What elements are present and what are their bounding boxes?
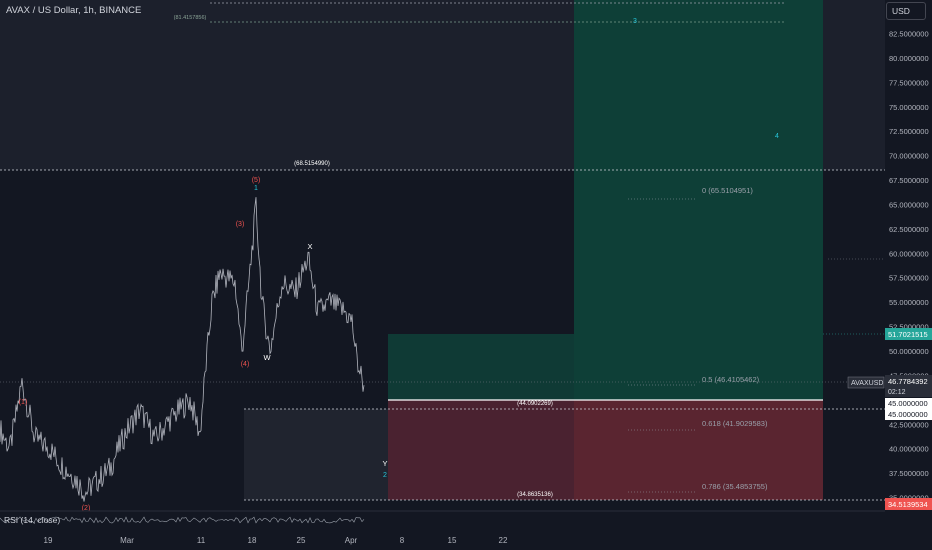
wave-label-w: W — [263, 353, 271, 362]
wave-label-2-teal: 2 — [383, 472, 387, 479]
fib-label-0.786: 0.786 (35.4853755) — [702, 482, 768, 491]
price-tick-16: 75.0000000 — [889, 103, 929, 112]
stop-price-tag: 34.5139534 — [885, 498, 932, 510]
price-tick-19: 82.5000000 — [889, 29, 929, 38]
wave-label-3-teal: 3 — [633, 18, 637, 25]
entry-price-tag-1-label: 45.0000000 — [888, 399, 928, 408]
time-tick-4: 25 — [297, 536, 306, 545]
countdown-label: 02:12 — [888, 389, 906, 396]
entry-price-tag-2: 45.0000000 — [885, 409, 932, 420]
price-tick-13: 67.5000000 — [889, 176, 929, 185]
fib-label-0.5: 0.5 (46.4105462) — [702, 375, 760, 384]
stop-zone-right — [574, 400, 823, 500]
chart-title: AVAX / US Dollar, 1h, BINANCE — [6, 5, 142, 16]
wave-label-4-red: (4) — [241, 361, 250, 368]
fib-label-0.618: 0.618 (41.9029583) — [702, 419, 768, 428]
stop-price-tag-label: 34.5139534 — [888, 500, 928, 509]
level-label-34: (34.8635136) — [517, 492, 553, 498]
wave-label-x: X — [307, 242, 312, 251]
price-tick-15: 72.5000000 — [889, 127, 929, 136]
wave-label-3-red: (3) — [236, 221, 245, 228]
entry-price-tag-1: 45.0000000 — [885, 398, 932, 409]
price-tick-17: 77.5000000 — [889, 78, 929, 87]
symbol-tag-label: AVAXUSD — [851, 380, 883, 387]
target-price-tag: 51.7021515 — [885, 328, 932, 340]
target-zone-left — [388, 334, 574, 400]
level-label-68: (68.5154990) — [294, 161, 330, 167]
price-tick-8: 55.0000000 — [889, 298, 929, 307]
time-tick-3: 18 — [248, 536, 257, 545]
price-tick-2: 40.0000000 — [889, 445, 929, 454]
price-tick-1: 37.5000000 — [889, 469, 929, 478]
wave-label-1-red: (1) — [19, 399, 28, 406]
time-tick-1: Mar — [120, 536, 134, 545]
price-tick-10: 60.0000000 — [889, 249, 929, 258]
time-axis[interactable]: 19 Mar 11 18 25 Apr 8 15 22 — [44, 536, 508, 545]
lower-grey-zone — [244, 409, 388, 500]
price-tick-6: 50.0000000 — [889, 347, 929, 356]
level-label-81: (81.4157856) — [174, 15, 207, 21]
time-tick-7: 15 — [448, 536, 457, 545]
price-chart[interactable]: (68.5154990) (44.0902269) (34.8635136) (… — [0, 0, 932, 550]
time-tick-2: 11 — [197, 536, 206, 545]
stop-zone-left — [388, 400, 574, 500]
entry-price-tag-2-label: 45.0000000 — [888, 410, 928, 419]
wave-label-4-teal: 4 — [775, 133, 779, 140]
time-tick-0: 19 — [44, 536, 53, 545]
wave-label-1-teal: 1 — [254, 185, 258, 192]
rsi-indicator-label[interactable]: RSI (14, close) — [4, 515, 60, 525]
last-price-tag: 46.7784392 02:12 — [885, 375, 932, 397]
price-tick-14: 70.0000000 — [889, 152, 929, 161]
price-tick-18: 80.0000000 — [889, 54, 929, 63]
currency-button[interactable]: USD — [886, 2, 926, 20]
price-tick-9: 57.5000000 — [889, 274, 929, 283]
wave-label-y: Y — [382, 459, 387, 468]
price-tick-11: 62.5000000 — [889, 225, 929, 234]
target-price-tag-label: 51.7021515 — [888, 330, 928, 339]
target-zone-right — [574, 0, 823, 400]
symbol-tag: AVAXUSD — [847, 376, 885, 389]
last-price-label: 46.7784392 — [888, 377, 928, 386]
time-tick-8: 22 — [499, 536, 508, 545]
price-tick-12: 65.0000000 — [889, 200, 929, 209]
time-tick-5: Apr — [345, 536, 358, 545]
level-label-44: (44.0902269) — [517, 401, 553, 407]
fib-label-0: 0 (65.5104951) — [702, 186, 753, 195]
wave-label-5-red: (5) — [252, 177, 261, 184]
price-tick-3: 42.5000000 — [889, 420, 929, 429]
time-tick-6: 8 — [400, 536, 405, 545]
